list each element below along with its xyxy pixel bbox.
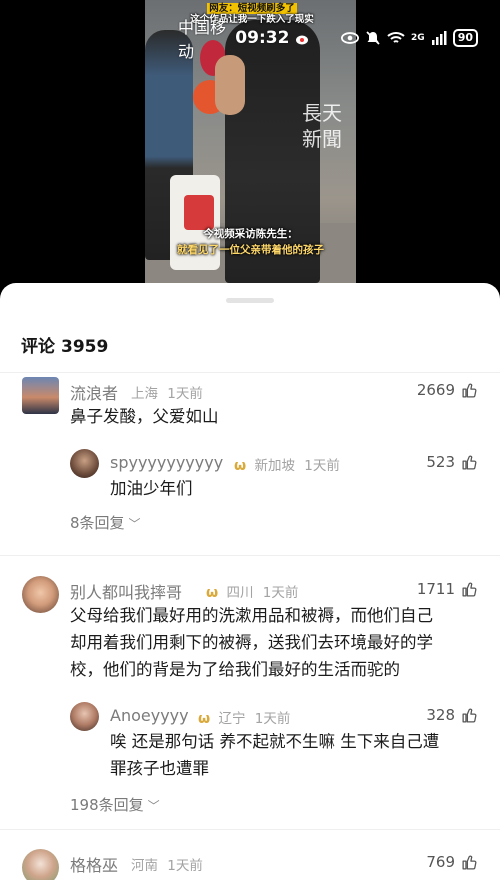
comment-time: 1天前 bbox=[262, 585, 299, 601]
comment-time: 1天前 bbox=[167, 858, 203, 874]
reply-username[interactable]: Anoeyyyy bbox=[110, 706, 189, 725]
reply-text: 唉 还是那句话 养不起就不生嘛 生下来自己遭 罪孩子也遭罪 bbox=[110, 728, 485, 782]
reply-username-text: Anoeyyyy bbox=[110, 706, 189, 725]
like-button[interactable]: 2669 bbox=[417, 381, 478, 399]
wifi-icon bbox=[387, 29, 405, 47]
signal-icon bbox=[431, 29, 447, 47]
thumbs-up-icon bbox=[462, 383, 477, 398]
comment-text-line: 父母给我们最好用的洗漱用品和被褥，而他们自己 bbox=[70, 606, 433, 625]
like-button[interactable]: 328 bbox=[426, 706, 478, 724]
comments-label: 评论 bbox=[21, 337, 55, 357]
battery-indicator: 90 bbox=[452, 29, 478, 47]
reply-time: 1天前 bbox=[254, 711, 291, 727]
like-count: 328 bbox=[426, 706, 455, 724]
fan-badge-icon: ω bbox=[234, 458, 247, 474]
reply-username[interactable]: spyyyyyyyyyy bbox=[110, 453, 223, 472]
like-button[interactable]: 769 bbox=[426, 853, 478, 871]
reply-text-line: 唉 还是那句话 养不起就不生嘛 生下来自己遭 bbox=[110, 732, 440, 751]
carrier-label: 中国移动 bbox=[178, 18, 227, 61]
view-replies-button[interactable]: 198条回复 ﹀ bbox=[70, 794, 160, 815]
like-count: 769 bbox=[426, 853, 455, 871]
sheet-drag-handle[interactable] bbox=[226, 298, 274, 303]
comment-meta: 上海 1天前 bbox=[131, 382, 203, 402]
view-replies-button[interactable]: 8条回复 ﹀ bbox=[70, 512, 141, 533]
thumbs-up-icon bbox=[462, 455, 477, 470]
comment-divider bbox=[0, 555, 500, 556]
video-watermark: 長天新聞 bbox=[302, 101, 342, 151]
caption-line-1: 网友：短视频刷多了 bbox=[207, 3, 297, 14]
thumbs-up-icon bbox=[462, 708, 477, 723]
like-count: 1711 bbox=[416, 580, 455, 598]
reply-time: 1天前 bbox=[304, 458, 340, 474]
avatar[interactable] bbox=[22, 377, 59, 414]
comment-text-line: 却用着我们用剩下的被褥，送我们去环境最好的学 bbox=[70, 633, 433, 652]
like-count: 2669 bbox=[416, 381, 455, 399]
video-player[interactable]: 网友：短视频刷多了 这个作品让我一下跌入了现实 長天新聞 今视频采访陈先生： 就… bbox=[0, 0, 500, 290]
reply-location: 辽宁 bbox=[218, 711, 246, 727]
avatar[interactable] bbox=[22, 576, 59, 613]
avatar[interactable] bbox=[22, 849, 59, 880]
comment-meta: ω 四川 1天前 bbox=[203, 581, 298, 601]
video-arm bbox=[215, 55, 245, 115]
fan-badge-icon: ω bbox=[198, 711, 211, 727]
mute-icon bbox=[365, 29, 381, 47]
video-subtitle-2: 就看见了一位父亲带着他的孩子 bbox=[177, 244, 324, 256]
avatar[interactable] bbox=[70, 449, 99, 478]
weibo-icon bbox=[295, 29, 311, 47]
reply-meta: ω 新加坡 1天前 bbox=[231, 454, 340, 474]
fan-badge-icon: ω bbox=[206, 585, 219, 601]
comment-text-line: 校，他们的背是为了给我们最好的生活而驼的 bbox=[70, 660, 400, 679]
chevron-down-icon: ﹀ bbox=[128, 517, 141, 531]
reply-text: 加油少年们 bbox=[110, 479, 193, 498]
replies-count: 198条回复 bbox=[70, 796, 144, 814]
network-type: 2G bbox=[411, 33, 425, 43]
replies-count: 8条回复 bbox=[70, 514, 125, 532]
comment-divider bbox=[0, 829, 500, 830]
video-subtitle-1: 今视频采访陈先生： bbox=[203, 228, 298, 240]
comment-count-title: 评论 3959 bbox=[21, 332, 114, 357]
comments-count: 3959 bbox=[61, 337, 109, 357]
comment-username[interactable]: 格格巫 bbox=[70, 852, 118, 876]
reply-text-line: 罪孩子也遭罪 bbox=[110, 759, 209, 778]
comment-sheet: 评论 3959 流浪者 上海 1天前 2669 鼻子发酸，父爱如山 spyyyyy… bbox=[0, 283, 500, 880]
reply-meta: ω 辽宁 1天前 bbox=[195, 707, 290, 727]
status-bar: 中国移动 09:32 2G 90 bbox=[178, 18, 478, 61]
eye-icon bbox=[341, 29, 360, 47]
comment-username[interactable]: 别人都叫我摔哥 bbox=[70, 579, 182, 603]
comment-time: 1天前 bbox=[167, 386, 203, 402]
like-button[interactable]: 1711 bbox=[417, 580, 478, 598]
thumbs-up-icon bbox=[462, 582, 477, 597]
comment-location: 上海 bbox=[131, 386, 158, 402]
reply-username-text: spyyyyyyyyyy bbox=[110, 453, 224, 472]
comment-text: 父母给我们最好用的洗漱用品和被褥，而他们自己 却用着我们用剩下的被褥，送我们去环… bbox=[70, 602, 485, 683]
clock: 09:32 bbox=[235, 28, 290, 48]
like-button[interactable]: 523 bbox=[426, 453, 478, 471]
like-count: 523 bbox=[426, 453, 455, 471]
comment-location: 河南 bbox=[131, 858, 158, 874]
thumbs-up-icon bbox=[462, 855, 477, 870]
comment-meta: 河南 1天前 bbox=[131, 854, 203, 874]
comment-username[interactable]: 流浪者 bbox=[70, 380, 118, 404]
chevron-down-icon: ﹀ bbox=[147, 799, 160, 813]
comment-location: 四川 bbox=[226, 585, 254, 601]
reply-location: 新加坡 bbox=[254, 458, 295, 474]
header-divider bbox=[0, 372, 500, 373]
comment-text: 鼻子发酸，父爱如山 bbox=[70, 407, 219, 426]
avatar[interactable] bbox=[70, 702, 99, 731]
